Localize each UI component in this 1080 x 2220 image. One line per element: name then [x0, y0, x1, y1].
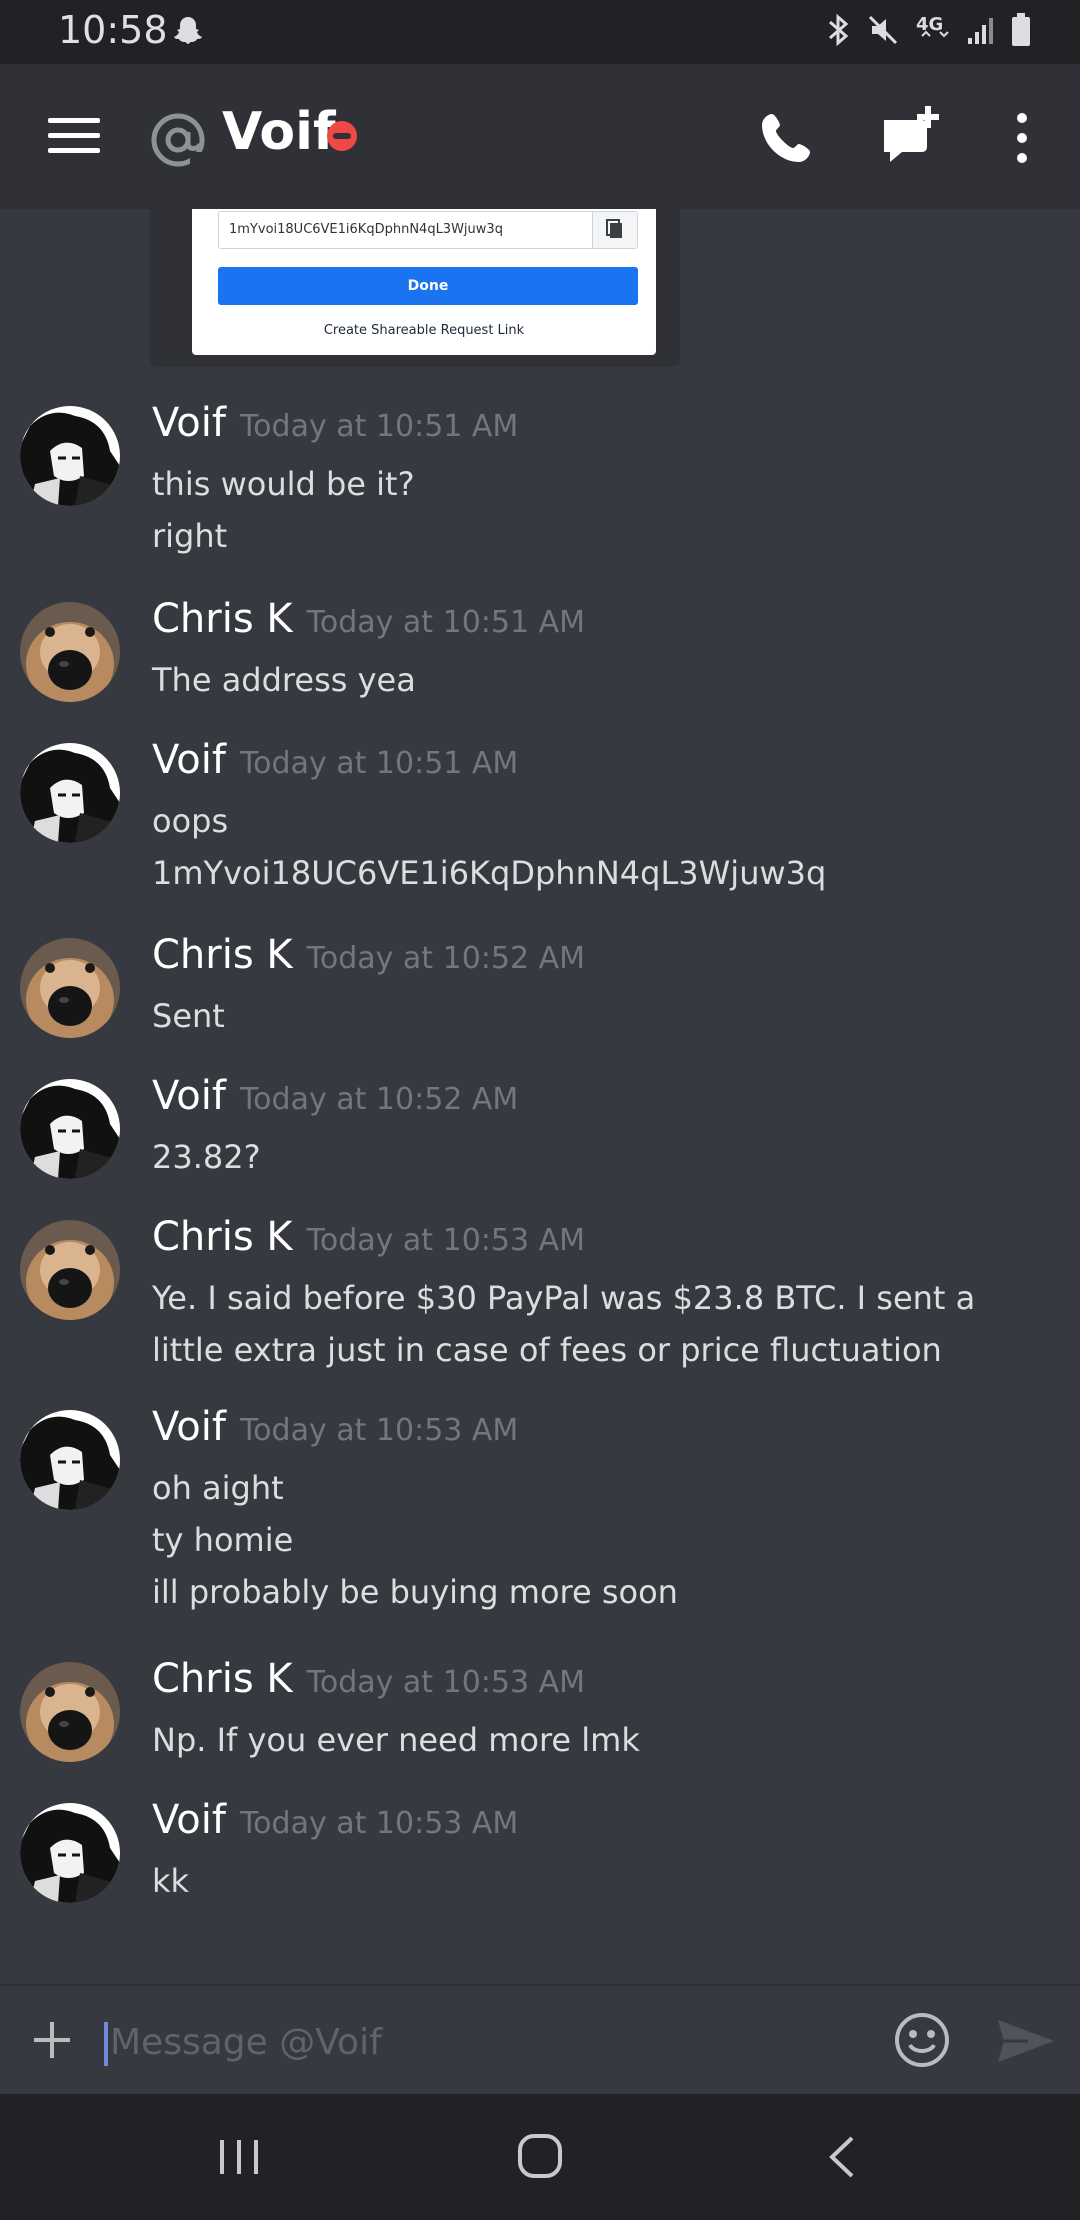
message-content: oh aight ty homie ill probably be buying m…: [152, 1462, 1052, 1618]
avatar-chris-k[interactable]: [20, 938, 120, 1038]
message-timestamp: Today at 10:52 AM: [239, 1082, 519, 1117]
do-not-disturb-status-icon: [327, 121, 357, 151]
message-author[interactable]: Chris K Today at 10:51 AM: [152, 596, 585, 642]
avatar-voif[interactable]: [20, 1410, 120, 1510]
channel-header: Voif: [0, 64, 1080, 209]
message-timestamp: Today at 10:51 AM: [306, 605, 586, 640]
bluetooth-icon: [829, 13, 849, 47]
message-timestamp: Today at 10:53 AM: [239, 1806, 519, 1841]
channel-title: Voif: [222, 102, 336, 162]
signal-icon: [968, 18, 993, 44]
message-text: oops: [152, 802, 229, 840]
message-timestamp: Today at 10:53 AM: [306, 1665, 586, 1700]
message-text: Np. If you ever need more lmk: [152, 1721, 640, 1759]
status-bar: 10:58 4G: [0, 0, 1080, 64]
avatar-voif[interactable]: [20, 406, 120, 506]
add-to-dm-icon[interactable]: [880, 104, 942, 166]
message-input[interactable]: [110, 2012, 850, 2072]
bitcoin-address-field: 1mYvoi18UC6VE1i6KqDphnN4qL3Wjuw3q: [218, 211, 618, 249]
message-text: Sent: [152, 997, 225, 1035]
author-name[interactable]: Voif: [152, 1073, 226, 1119]
recent-apps-icon[interactable]: [216, 2134, 262, 2180]
message-text: Ye. I said before $30 PayPal was $23.8 B…: [152, 1279, 976, 1369]
image-attachment[interactable]: 1mYvoi18UC6VE1i6KqDphnN4qL3Wjuw3q Done C…: [150, 209, 680, 367]
message-text: ty homie: [152, 1521, 294, 1559]
message-author[interactable]: Chris K Today at 10:52 AM: [152, 932, 585, 978]
send-icon[interactable]: [996, 2016, 1056, 2066]
message-author[interactable]: Voif Today at 10:51 AM: [152, 737, 518, 783]
copy-icon: [592, 211, 638, 249]
battery-icon: [1012, 13, 1030, 46]
message-content: this would be it? right: [152, 458, 1052, 562]
message-composer: [0, 1984, 1080, 2094]
network-4g-icon: 4G: [916, 14, 949, 38]
snapchat-notification-icon: [174, 17, 202, 44]
avatar-voif[interactable]: [20, 1803, 120, 1903]
message-timestamp: Today at 10:51 AM: [239, 409, 519, 444]
author-name[interactable]: Chris K: [152, 1214, 293, 1260]
author-name[interactable]: Chris K: [152, 932, 293, 978]
avatar-chris-k[interactable]: [20, 1662, 120, 1762]
message-timestamp: Today at 10:52 AM: [306, 941, 586, 976]
message-author[interactable]: Voif Today at 10:53 AM: [152, 1404, 518, 1450]
message-text: The address yea: [152, 661, 416, 699]
avatar-voif[interactable]: [20, 1079, 120, 1179]
avatar-chris-k[interactable]: [20, 1220, 120, 1320]
message-text: oh aight: [152, 1469, 284, 1507]
message-text: ill probably be buying more soon: [152, 1573, 678, 1611]
text-caret: [104, 2022, 108, 2066]
message-author[interactable]: Voif Today at 10:51 AM: [152, 400, 518, 446]
emoji-icon[interactable]: [894, 2012, 950, 2068]
status-icons: 4G: [826, 12, 1032, 48]
more-options-icon[interactable]: [1010, 112, 1034, 164]
status-time: 10:58: [58, 8, 168, 52]
message-timestamp: Today at 10:51 AM: [239, 746, 519, 781]
author-name[interactable]: Voif: [152, 400, 226, 446]
shareable-link-text: Create Shareable Request Link: [323, 323, 525, 338]
message-author[interactable]: Chris K Today at 10:53 AM: [152, 1214, 585, 1260]
add-attachment-icon[interactable]: [32, 2020, 72, 2060]
author-name[interactable]: Chris K: [152, 596, 293, 642]
at-mention-icon: [151, 113, 206, 168]
message-content: Sent: [152, 990, 1052, 1042]
message-author[interactable]: Voif Today at 10:53 AM: [152, 1797, 518, 1843]
author-name[interactable]: Voif: [152, 1797, 226, 1843]
author-name[interactable]: Chris K: [152, 1656, 293, 1702]
message-content: oops 1mYvoi18UC6VE1i6KqDphnN4qL3Wjuw3q: [152, 795, 1052, 899]
message-content: The address yea: [152, 654, 1052, 706]
message-text: 23.82?: [152, 1138, 261, 1176]
menu-icon[interactable]: [48, 116, 100, 156]
message-content: Ye. I said before $30 PayPal was $23.8 B…: [152, 1272, 1032, 1376]
message-author[interactable]: Voif Today at 10:52 AM: [152, 1073, 518, 1119]
done-button: Done: [218, 267, 638, 305]
author-name[interactable]: Voif: [152, 1404, 226, 1450]
message-content: Np. If you ever need more lmk: [152, 1714, 1052, 1766]
avatar-chris-k[interactable]: [20, 602, 120, 702]
message-text: right: [152, 517, 228, 555]
message-timestamp: Today at 10:53 AM: [306, 1223, 586, 1258]
message-text: kk: [152, 1862, 190, 1900]
message-text: this would be it?: [152, 465, 415, 503]
message-content: 23.82?: [152, 1131, 1052, 1183]
call-icon[interactable]: [758, 110, 814, 166]
message-author[interactable]: Chris K Today at 10:53 AM: [152, 1656, 585, 1702]
mute-icon: [868, 15, 898, 45]
message-timestamp: Today at 10:53 AM: [239, 1413, 519, 1448]
message-content: kk: [152, 1855, 1052, 1907]
system-navigation-bar: [0, 2094, 1080, 2220]
avatar-voif[interactable]: [20, 743, 120, 843]
author-name[interactable]: Voif: [152, 737, 226, 783]
message-text: 1mYvoi18UC6VE1i6KqDphnN4qL3Wjuw3q: [152, 854, 827, 892]
home-icon[interactable]: [516, 2132, 564, 2180]
svg-text:4G: 4G: [916, 14, 943, 35]
back-icon[interactable]: [822, 2134, 862, 2180]
payment-request-card: 1mYvoi18UC6VE1i6KqDphnN4qL3Wjuw3q Done C…: [192, 209, 656, 355]
